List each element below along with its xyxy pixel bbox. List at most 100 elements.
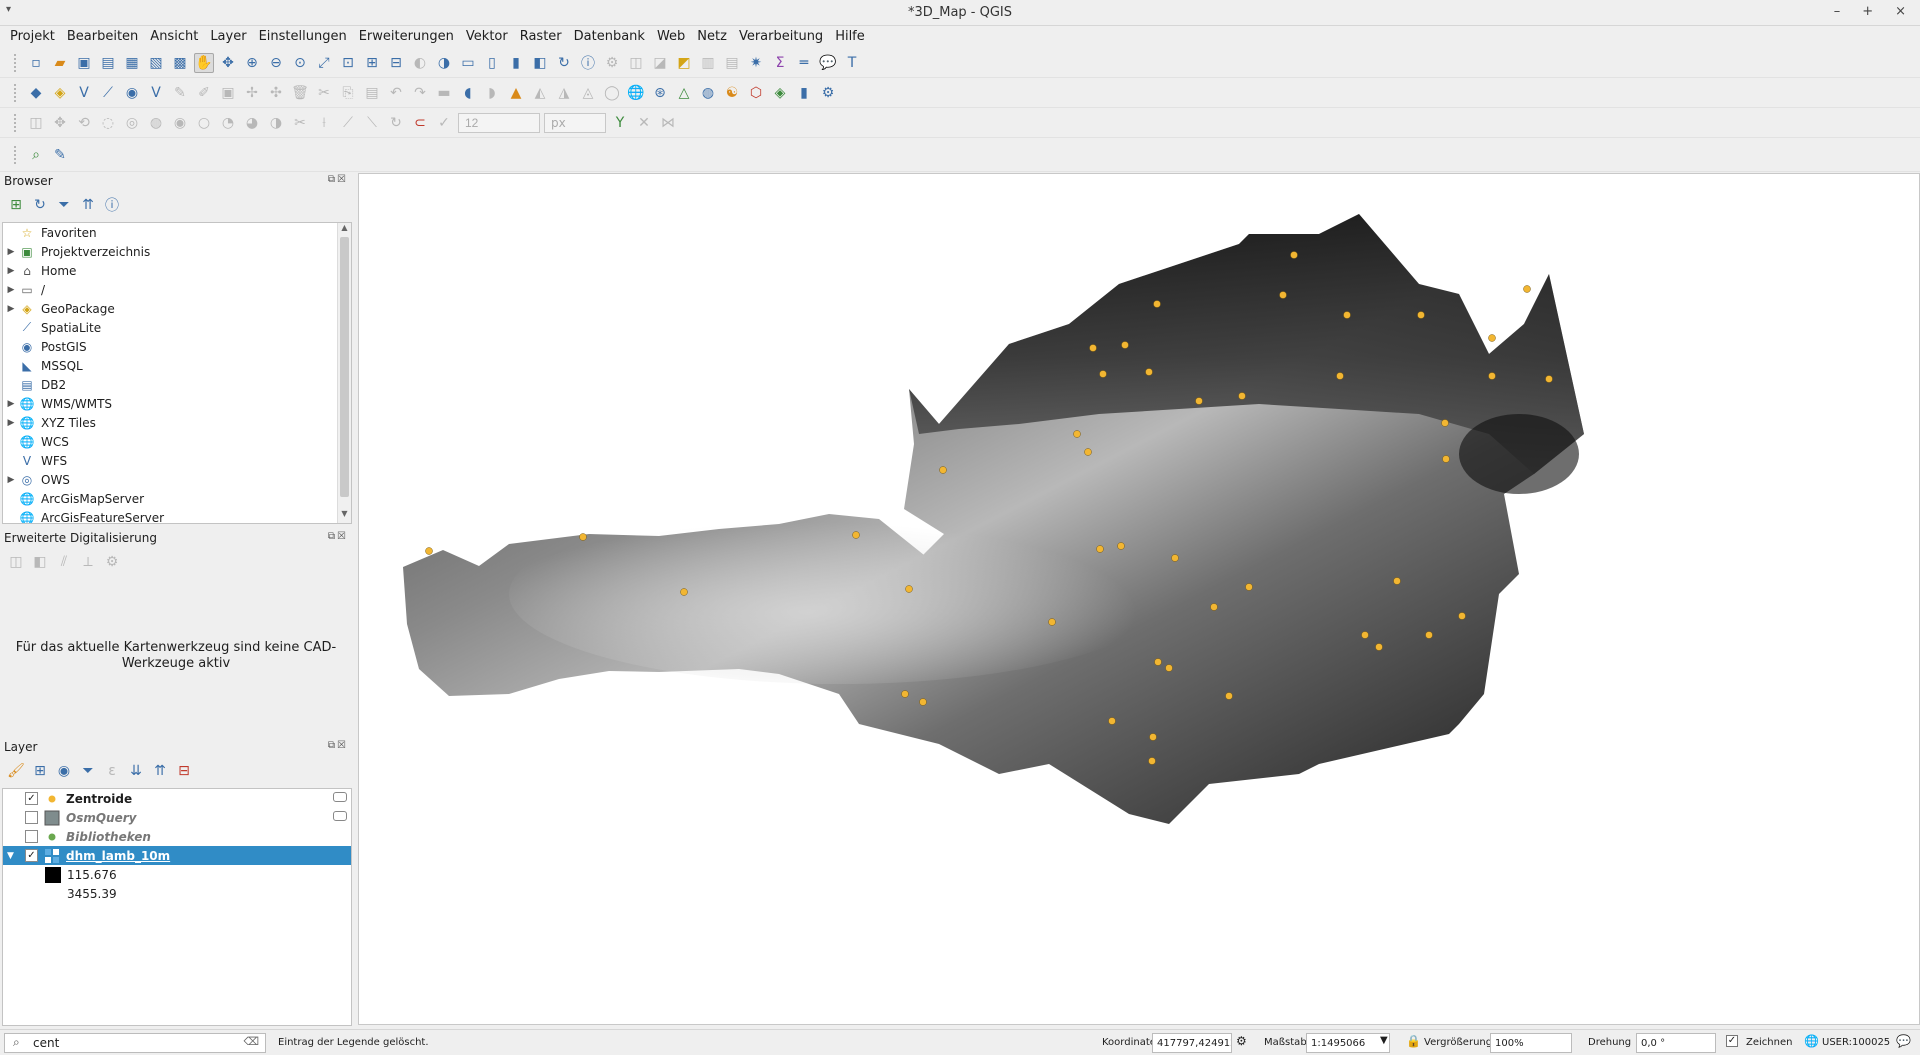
manage-themes-icon[interactable]: ◉: [54, 761, 74, 781]
clear-search-icon[interactable]: ⌫: [243, 1035, 259, 1048]
label-tool-icon[interactable]: ▬: [434, 83, 454, 103]
properties-info-icon[interactable]: ⓘ: [102, 195, 122, 215]
menu-bearbeiten[interactable]: Bearbeiten: [61, 26, 144, 48]
browser-item-arcgisfeatureserver[interactable]: 🌐 ArcGisFeatureServer: [3, 508, 351, 524]
layer-styling-icon[interactable]: 🖌: [6, 761, 26, 781]
select-features-icon[interactable]: ◫: [626, 53, 646, 73]
new-virtual-layer-icon[interactable]: V: [146, 83, 166, 103]
rotate-feature-icon[interactable]: ⟲: [74, 113, 94, 133]
browser-item-projektverzeichnis[interactable]: ▶ ▣ Projektverzeichnis: [3, 242, 351, 261]
embedded-widget-icon[interactable]: [333, 792, 347, 802]
save-edits-icon[interactable]: ▣: [218, 83, 238, 103]
float-panel-icon[interactable]: ⧉: [328, 531, 337, 542]
merge-attributes-icon[interactable]: ⟍: [362, 113, 382, 133]
help-book-icon[interactable]: ▮: [794, 83, 814, 103]
highlight-label-icon[interactable]: ◗: [482, 83, 502, 103]
measure-icon[interactable]: ═: [794, 53, 814, 73]
quick-search-icon[interactable]: ⌕: [26, 145, 46, 165]
expand-arrow-icon[interactable]: ▶: [3, 418, 19, 428]
browser-item-wcs[interactable]: 🌐 WCS: [3, 432, 351, 451]
split-features-icon[interactable]: ✂: [290, 113, 310, 133]
browser-item-xyz-tiles[interactable]: ▶ 🌐 XYZ Tiles: [3, 413, 351, 432]
browser-item-mssql[interactable]: ◣ MSSQL: [3, 356, 351, 375]
save-as-icon[interactable]: ▤: [98, 53, 118, 73]
new-temporary-layer-icon[interactable]: ◉: [122, 83, 142, 103]
close-panel-icon[interactable]: ☒: [337, 174, 348, 185]
collapse-arrow-icon[interactable]: ▼: [7, 851, 14, 861]
embedded-widget-icon[interactable]: [333, 811, 347, 821]
close-panel-icon[interactable]: ☒: [337, 531, 348, 542]
menu-einstellungen[interactable]: Einstellungen: [253, 26, 353, 48]
collapse-all-layers-icon[interactable]: ⇈: [150, 761, 170, 781]
show-bookmarks-icon[interactable]: ◧: [530, 53, 550, 73]
python-console-icon[interactable]: ☯: [722, 83, 742, 103]
new-map-view-icon[interactable]: ▭: [458, 53, 478, 73]
browser-item-wms-wmts[interactable]: ▶ 🌐 WMS/WMTS: [3, 394, 351, 413]
browser-item-db2[interactable]: ▤ DB2: [3, 375, 351, 394]
layer-visibility-checkbox[interactable]: [25, 811, 38, 824]
filter-browser-icon[interactable]: ⏷: [54, 195, 74, 215]
add-ring-icon[interactable]: ◎: [122, 113, 142, 133]
zoom-native-icon[interactable]: ⊟: [386, 53, 406, 73]
identify-icon[interactable]: ⓘ: [578, 53, 598, 73]
fill-ring-icon[interactable]: ◉: [170, 113, 190, 133]
layer-row-osmquery[interactable]: OsmQuery: [3, 808, 351, 827]
menu-projekt[interactable]: Projekt: [4, 26, 61, 48]
rotate-label-icon[interactable]: ◬: [578, 83, 598, 103]
expand-arrow-icon[interactable]: ▶: [3, 285, 19, 295]
current-edits-icon[interactable]: ✎: [170, 83, 190, 103]
triangle-plugin-icon[interactable]: △: [674, 83, 694, 103]
open-project-icon[interactable]: ▰: [50, 53, 70, 73]
scale-field[interactable]: 1:1495066: [1306, 1033, 1390, 1053]
zoom-out-icon[interactable]: ⊖: [266, 53, 286, 73]
menu-hilfe[interactable]: Hilfe: [829, 26, 871, 48]
show-hide-labels-icon[interactable]: ◭: [530, 83, 550, 103]
float-panel-icon[interactable]: ⧉: [328, 740, 337, 751]
copy-features-icon[interactable]: ⎘: [338, 83, 358, 103]
data-source-manager-icon[interactable]: ◆: [26, 83, 46, 103]
lock-scale-icon[interactable]: 🔒: [1406, 1034, 1421, 1048]
pan-hand-icon[interactable]: ✋: [194, 52, 214, 73]
pin-labels-icon[interactable]: ▲: [506, 83, 526, 103]
zoom-next-icon[interactable]: ◑: [434, 53, 454, 73]
snapping-type-icon[interactable]: ✓: [434, 113, 454, 133]
change-label-icon[interactable]: ◯: [602, 83, 622, 103]
processing-toolbox-icon[interactable]: ✷: [746, 53, 766, 73]
layer-visibility-checkbox[interactable]: ✓: [25, 849, 38, 862]
collapse-all-icon[interactable]: ⇈: [78, 195, 98, 215]
delete-ring-icon[interactable]: ○: [194, 113, 214, 133]
close-window-button[interactable]: ×: [1895, 4, 1906, 19]
browser-item-arcgismapserver[interactable]: 🌐 ArcGisMapServer: [3, 489, 351, 508]
rotate-point-symbols-icon[interactable]: ↻: [386, 113, 406, 133]
offset-curve-icon[interactable]: ◑: [266, 113, 286, 133]
crs-globe-icon[interactable]: 🌐: [1804, 1034, 1819, 1048]
select-by-value-icon[interactable]: ◪: [650, 53, 670, 73]
self-intersection-icon[interactable]: ✕: [634, 113, 654, 133]
minimize-button[interactable]: –: [1834, 4, 1841, 19]
browser-item-home[interactable]: ▶ ⌂ Home: [3, 261, 351, 280]
tracing-icon[interactable]: ⋈: [658, 113, 678, 133]
toolbar-grip[interactable]: [14, 145, 18, 164]
float-panel-icon[interactable]: ⧉: [328, 174, 337, 185]
snapping-unit-select[interactable]: px: [544, 112, 606, 133]
topological-editing-icon[interactable]: Y: [610, 113, 630, 133]
undo-icon[interactable]: ↶: [386, 83, 406, 103]
browser-item-ows[interactable]: ▶ ◎ OWS: [3, 470, 351, 489]
merge-features-icon[interactable]: ⟋: [338, 113, 358, 133]
zoom-in-icon[interactable]: ⊕: [242, 53, 262, 73]
deselect-features-icon[interactable]: ◩: [674, 53, 694, 73]
scrollbar-thumb[interactable]: [340, 237, 349, 497]
locator-search[interactable]: ⌕ cent ⌫: [4, 1033, 266, 1053]
scale-dropdown-icon[interactable]: ▼: [1380, 1035, 1388, 1046]
toggle-editing-icon[interactable]: ✐: [194, 83, 214, 103]
magnification-field[interactable]: 100%: [1490, 1033, 1572, 1053]
statistical-summary-icon[interactable]: Σ: [770, 53, 790, 73]
layout-manager-icon[interactable]: ▧: [146, 53, 166, 73]
zoom-to-layer-icon[interactable]: ⊞: [362, 53, 382, 73]
browser-item-[interactable]: ▶ ▭ /: [3, 280, 351, 299]
field-calculator-icon[interactable]: ▤: [722, 53, 742, 73]
delete-selected-icon[interactable]: 🗑: [290, 83, 310, 103]
vertex-tool-icon[interactable]: ✣: [266, 83, 286, 103]
toolbar-grip[interactable]: [14, 113, 18, 132]
browser-scrollbar[interactable]: ▲ ▼: [337, 223, 351, 523]
